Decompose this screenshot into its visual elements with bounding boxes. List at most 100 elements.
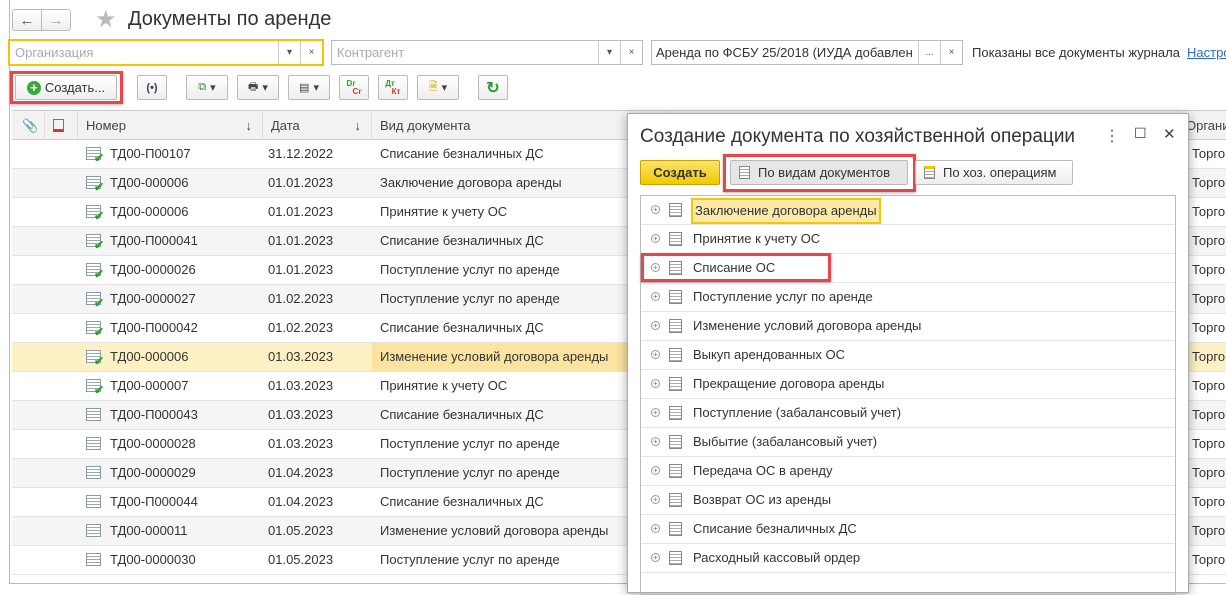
journal-field[interactable]: Аренда по ФСБУ 25/2018 (ИУДА добавлен ..… [651, 40, 963, 65]
cell-number: ТД00-000006 [110, 349, 189, 364]
document-icon [669, 522, 682, 536]
expand-icon[interactable]: + [651, 553, 660, 562]
broadcast-icon: (•) [146, 81, 158, 94]
tab-label: По видам документов [758, 165, 891, 180]
document-column-icon[interactable] [45, 111, 78, 140]
by-doc-types-tab[interactable]: По видам документов [730, 160, 908, 185]
cell-date: 31.12.2022 [268, 146, 334, 161]
operation-list-item[interactable]: + Выкуп арендованных ОС [641, 341, 1175, 370]
select-button[interactable]: ... [918, 41, 940, 64]
sort-desc-icon[interactable]: ↓ [355, 111, 362, 140]
clear-icon[interactable]: × [300, 41, 322, 64]
expand-icon[interactable]: + [651, 379, 660, 388]
radio-button[interactable]: (•) [137, 75, 167, 100]
by-operations-tab[interactable]: По хоз. операциям [915, 160, 1073, 185]
operation-list-item[interactable]: + Поступление услуг по аренде [641, 283, 1175, 312]
cell-number: ТД00-П000041 [110, 233, 198, 248]
journal-input[interactable]: Аренда по ФСБУ 25/2018 (ИУДА добавлен [652, 45, 918, 60]
close-icon[interactable]: ✕ [1163, 125, 1176, 143]
operation-list-item[interactable]: + Прекращение договора аренды [641, 370, 1175, 399]
cell-date: 01.02.2023 [268, 291, 334, 306]
cell-number: ТД00-000011 [110, 523, 188, 538]
dropdown-icon[interactable]: ▾ [598, 41, 620, 64]
expand-icon[interactable]: + [651, 524, 660, 533]
operation-list-item[interactable]: + Расходный кассовый ордер [641, 544, 1175, 573]
operation-list-item[interactable]: + Выбытие (забалансовый учет) [641, 428, 1175, 457]
expand-icon[interactable]: + [651, 321, 660, 330]
operation-list-item[interactable]: + Заключение договора аренды [641, 196, 1175, 225]
dropdown-icon[interactable]: ▾ [278, 41, 300, 64]
operation-label: Принятие к учету ОС [693, 231, 821, 246]
operation-list-item[interactable]: + Принятие к учету ОС [641, 225, 1175, 254]
document-icon [669, 406, 682, 420]
organization-field[interactable]: Организация ▾ × [8, 39, 324, 66]
create-button[interactable]: Создать [640, 160, 720, 185]
operation-list-item[interactable]: + Возврат ОС из аренды [641, 486, 1175, 515]
expand-icon[interactable]: + [651, 292, 660, 301]
cell-doc-kind: Поступление услуг по аренде [380, 262, 560, 277]
write-off-highlight [641, 253, 831, 282]
structure-button[interactable]: ⧉ ▾ [186, 75, 228, 100]
create-by-operation-dialog: Создание документа по хозяйственной опер… [627, 113, 1189, 595]
cell-number: ТД00-000006 [110, 175, 189, 190]
cell-date: 01.01.2023 [268, 233, 334, 248]
expand-icon[interactable]: + [651, 234, 660, 243]
reports-button[interactable]: ▤ ▾ [288, 75, 330, 100]
cell-number: ТД00-0000027 [110, 291, 196, 306]
operation-list-item[interactable]: + Поступление (забалансовый учет) [641, 399, 1175, 428]
print-button[interactable]: 🖶 ▾ [237, 75, 279, 100]
create-button[interactable]: + Создать... [15, 75, 117, 100]
cell-date: 01.01.2023 [268, 262, 334, 277]
dropdown-icon: ▾ [313, 82, 319, 94]
back-button[interactable]: ← [12, 9, 42, 31]
expand-icon[interactable]: + [651, 350, 660, 359]
favorite-star-icon[interactable]: ★ [95, 5, 117, 34]
operation-list-item[interactable]: + Передача ОС в аренду [641, 457, 1175, 486]
document-icon [669, 290, 682, 304]
maximize-icon[interactable]: ☐ [1134, 125, 1147, 142]
operation-list-item[interactable]: + Списание безналичных ДС [641, 515, 1175, 544]
cell-doc-kind: Заключение договора аренды [380, 175, 562, 190]
refresh-button[interactable]: ↻ [478, 75, 508, 100]
operation-icon [924, 166, 935, 179]
document-icon [86, 495, 101, 508]
check-icon: ✔ [94, 383, 105, 397]
settings-link[interactable]: Настро [1187, 45, 1226, 60]
sort-desc-icon[interactable]: ↓ [246, 111, 253, 140]
document-icon [669, 464, 682, 478]
operation-label: Прекращение договора аренды [693, 376, 885, 391]
expand-icon[interactable]: + [651, 205, 660, 214]
column-date[interactable]: Дата ↓ [263, 111, 372, 140]
cell-date: 01.03.2023 [268, 349, 334, 364]
operation-label: Передача ОС в аренду [693, 463, 833, 478]
document-icon [669, 435, 682, 449]
expand-icon[interactable]: + [651, 495, 660, 504]
counterparty-field[interactable]: Контрагент ▾ × [331, 40, 643, 65]
page-title: Документы по аренде [128, 8, 332, 30]
document-icon [86, 553, 101, 566]
dr-cr-button[interactable]: Dr Cr [339, 75, 369, 100]
expand-icon[interactable]: + [651, 437, 660, 446]
check-icon: ✔ [94, 180, 105, 194]
expand-icon[interactable]: + [651, 408, 660, 417]
more-menu-icon[interactable]: ⋮ [1104, 126, 1120, 146]
column-number[interactable]: Номер ↓ [78, 111, 263, 140]
forward-button[interactable]: → [41, 9, 71, 31]
operation-label: Поступление (забалансовый учет) [693, 405, 902, 420]
operation-list-item[interactable]: + Изменение условий договора аренды [641, 312, 1175, 341]
cell-doc-kind: Поступление услуг по аренде [380, 465, 560, 480]
counterparty-input[interactable]: Контрагент [332, 45, 598, 60]
clear-icon[interactable]: × [940, 41, 962, 64]
attachment-column-icon[interactable]: 📎 [12, 111, 45, 140]
document-icon [669, 377, 682, 391]
document-icon [669, 348, 682, 362]
document-icon [739, 166, 750, 179]
operation-label: Изменение условий договора аренды [693, 318, 922, 333]
organization-input[interactable]: Организация [10, 45, 278, 60]
clear-icon[interactable]: × [620, 41, 642, 64]
check-icon: ✔ [94, 267, 105, 281]
cell-date: 01.05.2023 [268, 552, 334, 567]
expand-icon[interactable]: + [651, 466, 660, 475]
history-button[interactable]: 🗎 ▾ [417, 75, 459, 100]
dt-kt-button[interactable]: Дт Кт [378, 75, 408, 100]
